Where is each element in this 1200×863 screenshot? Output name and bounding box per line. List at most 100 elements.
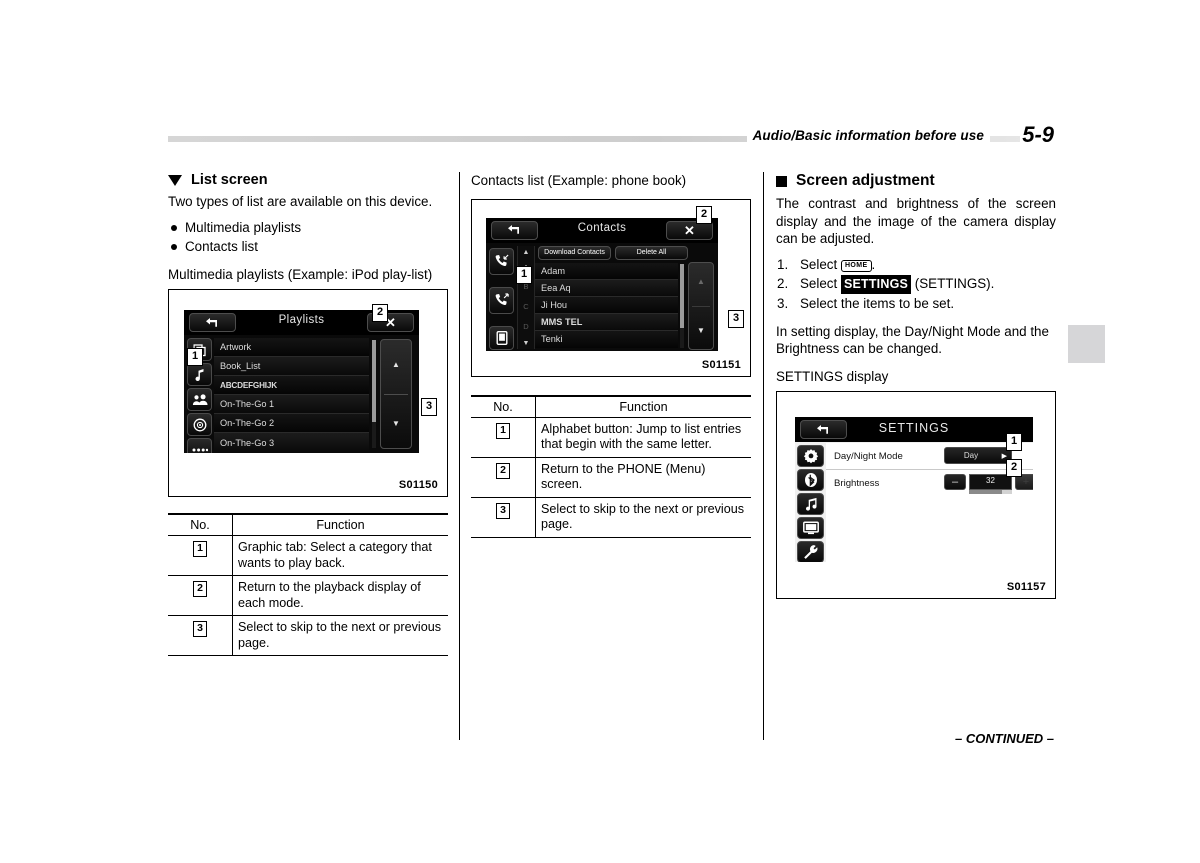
page-up-arrow-icon[interactable]: ▲ [689,277,713,286]
contacts-list: Adam Eea Aq Ji Hou MMS TEL Tenki [535,262,678,348]
brightness-label: Brightness [834,477,880,489]
page-skip-control[interactable]: ▲ ▼ [688,261,714,350]
step-1: Select HOME. [776,255,1056,274]
alphabet-down-arrow-icon[interactable]: ▼ [518,340,534,347]
marker-1: 1 [1006,433,1022,451]
step-1-prefix: Select [800,256,841,272]
list-item[interactable]: Ji Hou [535,296,678,314]
settings-key-label: SETTINGS [840,274,912,294]
manual-page: Audio/Basic information before use 5-9 L… [0,0,1200,863]
page-down-arrow-icon[interactable]: ▼ [689,326,713,335]
daynight-value-button[interactable]: Day ▶ [944,447,1012,464]
figure-code: S01157 [1006,581,1046,593]
col-no-header: No. [168,513,233,536]
row-function-cell: Return to the playback display of each m… [232,575,448,616]
continued-footer: – CONTINUED – [955,731,1054,746]
list-item[interactable]: Eea Aq [535,279,678,297]
list-item[interactable]: Artwork [214,338,369,357]
list-item[interactable]: ABCDEFGHIJK [214,376,369,395]
back-arrow-icon [801,421,846,438]
display-icon[interactable] [797,517,824,539]
brightness-slider-fill [969,490,1002,494]
delete-all-button[interactable]: Delete All [615,245,688,260]
alphabet-letter-d[interactable]: D [518,322,534,331]
row-no-cell: 1 [168,535,233,576]
settings-figure-caption: SETTINGS display [776,368,889,384]
row-no-cell: 1 [471,416,536,458]
back-button[interactable] [189,313,236,332]
marker-3: 3 [728,309,744,328]
close-x-icon: ✕ [684,222,695,238]
download-contacts-button[interactable]: Download Contacts [538,245,611,260]
list-item[interactable]: MMS TEL [535,313,678,331]
alphabet-up-arrow-icon[interactable]: ▲ [518,249,534,256]
music-note-icon[interactable] [187,363,212,386]
music-notes-icon[interactable] [797,493,824,515]
playlist-scrollbar[interactable] [372,340,376,448]
list-screen-heading: List screen [168,172,448,188]
outgoing-call-icon[interactable] [489,286,514,314]
phone-device-icon[interactable] [489,325,514,350]
contacts-figure: Contacts ✕ ▲ B C D ▼ Download Contacts D… [471,198,751,377]
list-screen-heading-text: List screen [191,172,268,188]
marker-3: 3 [421,398,437,416]
alphabet-rail[interactable]: ▲ A B C D ▼ [517,245,535,349]
table-row: 3 Select to skip to the next or previous… [168,615,448,656]
marker-1: 1 [516,265,532,284]
screen-adjustment-intro: The contrast and brightness of the scree… [776,196,1056,246]
contacts-side-tabs [489,247,514,351]
marker-2: 2 [696,205,712,224]
numbox: 1 [193,541,207,557]
list-item[interactable]: On-The-Go 1 [214,395,369,414]
album-disc-icon[interactable] [187,413,212,436]
column-divider-1 [459,172,460,740]
list-item[interactable]: On-The-Go 3 [214,433,369,452]
figure-code: S01151 [701,358,741,371]
daynight-label: Day/Night Mode [834,450,903,462]
more-dots-icon[interactable] [187,438,212,453]
back-button[interactable] [800,420,847,439]
artist-icon[interactable] [187,388,212,411]
row-no-cell: 3 [168,615,233,656]
list-item[interactable]: On-The-Go 2 [214,414,369,433]
page-rail-divider [692,305,710,307]
marker-1: 1 [187,348,203,366]
row-function-cell: Graphic tab: Select a category that want… [232,535,448,576]
alphabet-letter-c[interactable]: C [518,302,534,311]
list-item[interactable]: Tenki [535,330,678,348]
contacts-scrollbar[interactable] [680,263,684,348]
numbox: 2 [193,581,207,597]
incoming-call-icon[interactable] [489,247,514,275]
screen-adjustment-heading-text: Screen adjustment [796,172,935,189]
bluetooth-icon[interactable] [797,469,824,491]
page-skip-control[interactable]: ▲ ▼ [380,339,412,449]
col-function-header: Function [232,513,448,536]
left-column: List screen Two types of list are availa… [168,172,448,656]
contacts-figure-caption: Contacts list (Example: phone book) [471,173,687,188]
numbox: 1 [496,422,510,439]
row-no-cell: 2 [168,575,233,616]
home-key-icon: HOME [840,260,872,272]
settings-content-panel: Day/Night Mode Brightness Day ▶ – 32 + [826,443,1033,562]
brightness-minus-button[interactable]: – [944,474,966,490]
row-function-cell: Select to skip to the next or previous p… [535,496,751,538]
brightness-slider-track[interactable] [969,490,1012,494]
settings-side-tabs [797,445,824,562]
settings-device-screen: SETTINGS Day/Night Mode Brightness Day ▶… [795,417,1033,562]
triangle-bullet-icon [168,174,182,186]
col-function-header: Function [535,394,751,418]
page-up-arrow-icon[interactable]: ▲ [381,360,411,369]
numbox: 2 [496,462,510,479]
page-rail-divider [384,394,408,395]
list-item[interactable]: Adam [535,262,678,280]
gear-icon[interactable] [797,445,824,467]
figure-code: S01150 [398,479,438,491]
wrench-icon[interactable] [797,541,824,562]
page-down-arrow-icon[interactable]: ▼ [381,419,411,428]
step-3: Select the items to be set. [777,294,955,313]
list-item[interactable]: Book_List [214,357,369,376]
screen-adjustment-steps: Select HOME. Select SETTINGS (SETTINGS).… [776,255,1056,313]
row-function-cell: Select to skip to the next or previous p… [232,615,448,656]
list-types-bullets: Multimedia playlists Contacts list [168,218,448,256]
back-button[interactable] [491,220,538,240]
